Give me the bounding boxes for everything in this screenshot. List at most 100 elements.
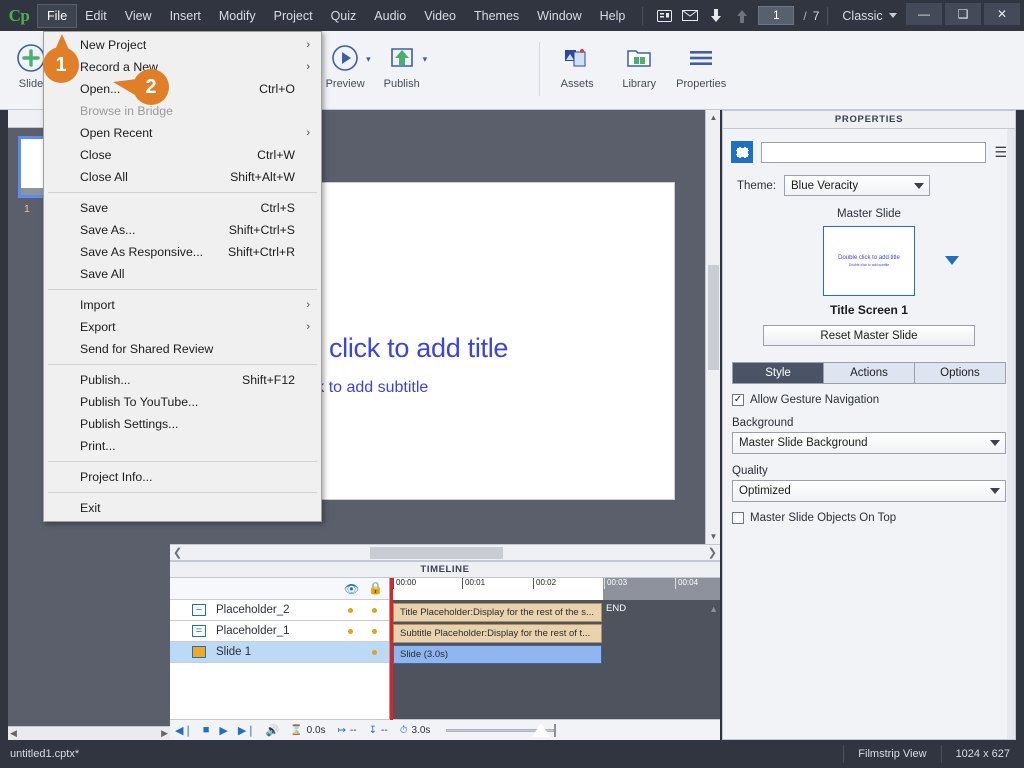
menu-item-import[interactable]: Import › xyxy=(44,294,321,316)
menu-item-new-project[interactable]: New Project › xyxy=(44,34,321,56)
screen-icon[interactable] xyxy=(651,5,677,27)
table-row[interactable]: − Placeholder_2 xyxy=(170,600,389,621)
menu-item-open[interactable]: Open... Ctrl+O xyxy=(44,78,321,100)
timeline-playhead[interactable] xyxy=(390,578,393,720)
close-button[interactable]: ✕ xyxy=(984,3,1020,25)
menu-item-print[interactable]: Print... xyxy=(44,435,321,457)
toolbar-library[interactable]: Library xyxy=(608,38,670,90)
background-select[interactable]: Master Slide Background xyxy=(732,432,1006,454)
table-row[interactable]: Slide 1 xyxy=(170,642,389,663)
download-icon[interactable] xyxy=(703,5,729,27)
menu-item-close-all[interactable]: Close All Shift+Alt+W xyxy=(44,166,321,188)
chevron-down-icon[interactable]: ▾ xyxy=(423,54,428,65)
menu-quiz[interactable]: Quiz xyxy=(322,5,366,27)
toolbar-preview[interactable]: Preview ▾ xyxy=(314,38,371,90)
menu-item-save-as[interactable]: Save As... Shift+Ctrl+S xyxy=(44,219,321,241)
stage-vscroll-thumb[interactable] xyxy=(708,265,719,370)
audio-icon[interactable]: 🔊 xyxy=(261,724,285,737)
timeline-tracks[interactable]: 00:00 00:01 00:02 00:03 00:04 Title Plac… xyxy=(390,578,720,720)
lock-icon[interactable]: 🔒 xyxy=(368,581,383,595)
menu-item-send-for-shared-review[interactable]: Send for Shared Review xyxy=(44,338,321,360)
lock-dot[interactable] xyxy=(372,649,377,655)
toolbar-properties[interactable]: Properties xyxy=(670,38,732,90)
menu-item-close[interactable]: Close Ctrl+W xyxy=(44,144,321,166)
scroll-up-icon[interactable]: ▲ xyxy=(706,110,720,125)
toolbar-publish[interactable]: Publish ▾ xyxy=(371,38,428,90)
workspace-selector[interactable]: Classic xyxy=(836,9,902,23)
menu-item-publish-to-youtube[interactable]: Publish To YouTube... xyxy=(44,391,321,413)
timeline-scroll-up-icon[interactable]: ▲ xyxy=(709,604,718,614)
slide-number-input[interactable]: 1 xyxy=(758,6,795,25)
maximize-button[interactable]: ❑ xyxy=(945,3,981,25)
scroll-down-icon[interactable]: ▼ xyxy=(706,529,720,544)
menu-item-record-a-new[interactable]: Record a New › xyxy=(44,56,321,78)
menu-view[interactable]: View xyxy=(116,5,161,27)
menu-video[interactable]: Video xyxy=(415,5,465,27)
scroll-right-icon[interactable]: ❯ xyxy=(708,546,717,559)
stage-horizontal-scrollbar[interactable]: ❮ ❯ xyxy=(170,544,720,561)
master-slide-dropdown-icon[interactable] xyxy=(945,256,959,265)
menu-help[interactable]: Help xyxy=(591,5,635,27)
scroll-left-icon[interactable]: ❮ xyxy=(173,546,182,559)
menu-themes[interactable]: Themes xyxy=(465,5,528,27)
menu-item-publish-settings[interactable]: Publish Settings... xyxy=(44,413,321,435)
menu-item-save-all[interactable]: Save All xyxy=(44,263,321,285)
timeline-clip[interactable]: Title Placeholder:Display for the rest o… xyxy=(393,603,602,622)
menu-window[interactable]: Window xyxy=(528,5,590,27)
timeline-clip[interactable]: Subtitle Placeholder:Display for the res… xyxy=(393,624,602,643)
timeline-ruler[interactable]: 00:00 00:01 00:02 00:03 00:04 xyxy=(390,578,720,600)
stage-hscroll-thumb[interactable] xyxy=(370,547,503,559)
stage-vertical-scrollbar[interactable]: ▲ ▼ xyxy=(705,110,720,544)
zoom-slider-knob[interactable] xyxy=(532,723,551,737)
gesture-navigation-checkbox[interactable]: ✓ Allow Gesture Navigation xyxy=(732,394,1015,406)
properties-panel: PROPERTIES ☰ Theme: Blue Veracity Master… xyxy=(722,110,1016,740)
play-end-button[interactable]: ▶❘ xyxy=(233,724,261,737)
scroll-left-icon[interactable]: ◀ xyxy=(10,728,17,739)
filmstrip-scrollbar[interactable]: ◀ ▶ xyxy=(8,726,170,740)
menu-item-export[interactable]: Export › xyxy=(44,316,321,338)
master-objects-top-checkbox[interactable]: Master Slide Objects On Top xyxy=(732,512,1015,524)
scroll-right-icon[interactable]: ▶ xyxy=(161,728,168,739)
master-slide-thumbnail[interactable]: Double click to add title Double click t… xyxy=(823,226,915,296)
visibility-dot[interactable] xyxy=(348,607,353,613)
reset-master-slide-button[interactable]: Reset Master Slide xyxy=(763,325,975,346)
menu-item-open-recent[interactable]: Open Recent › xyxy=(44,122,321,144)
toolbar-preview-label: Preview xyxy=(325,78,365,90)
visibility-dot[interactable] xyxy=(348,628,353,634)
timeline-clip[interactable]: Slide (3.0s) xyxy=(393,645,602,664)
tab-options[interactable]: Options xyxy=(915,363,1005,383)
menu-insert[interactable]: Insert xyxy=(161,5,210,27)
menu-item-exit[interactable]: Exit xyxy=(44,497,321,519)
menu-project[interactable]: Project xyxy=(265,5,322,27)
properties-scrollbar[interactable] xyxy=(1007,129,1015,739)
menu-edit[interactable]: Edit xyxy=(76,5,116,27)
timeline-zoom-slider[interactable] xyxy=(446,723,557,737)
menu-item-publish[interactable]: Publish... Shift+F12 xyxy=(44,369,321,391)
menu-audio[interactable]: Audio xyxy=(365,5,415,27)
menu-item-project-info[interactable]: Project Info... xyxy=(44,466,321,488)
minimize-button[interactable]: — xyxy=(906,3,942,25)
stop-button[interactable]: ■ xyxy=(198,724,215,736)
theme-select[interactable]: Blue Veracity xyxy=(784,175,930,196)
timeline-row-label: Placeholder_2 xyxy=(216,604,290,616)
panel-menu-icon[interactable]: ☰ xyxy=(994,145,1007,159)
mail-icon[interactable] xyxy=(677,5,703,27)
menu-modify[interactable]: Modify xyxy=(210,5,265,27)
menu-item-save-as-responsive[interactable]: Save As Responsive... Shift+Ctrl+R xyxy=(44,241,321,263)
menu-file[interactable]: File xyxy=(36,3,78,28)
play-button[interactable]: ▶ xyxy=(214,724,232,737)
tab-style[interactable]: Style xyxy=(733,363,824,383)
table-row[interactable]: = Placeholder_1 xyxy=(170,621,389,642)
upload-icon[interactable] xyxy=(729,5,755,27)
toolbar-assets[interactable]: Assets xyxy=(546,38,608,90)
lock-dot[interactable] xyxy=(372,628,377,634)
eye-icon[interactable]: 👁 xyxy=(344,582,359,596)
quality-select[interactable]: Optimized xyxy=(732,480,1006,502)
tab-actions[interactable]: Actions xyxy=(824,363,915,383)
play-start-button[interactable]: ◀❘ xyxy=(170,724,198,737)
menu-item-save[interactable]: Save Ctrl+S xyxy=(44,197,321,219)
status-view-mode[interactable]: Filmstrip View xyxy=(844,748,940,760)
slide-name-input[interactable] xyxy=(761,141,987,163)
file-dropdown-menu[interactable]: New Project › Record a New › Open... Ctr… xyxy=(43,31,322,522)
lock-dot[interactable] xyxy=(372,607,377,613)
